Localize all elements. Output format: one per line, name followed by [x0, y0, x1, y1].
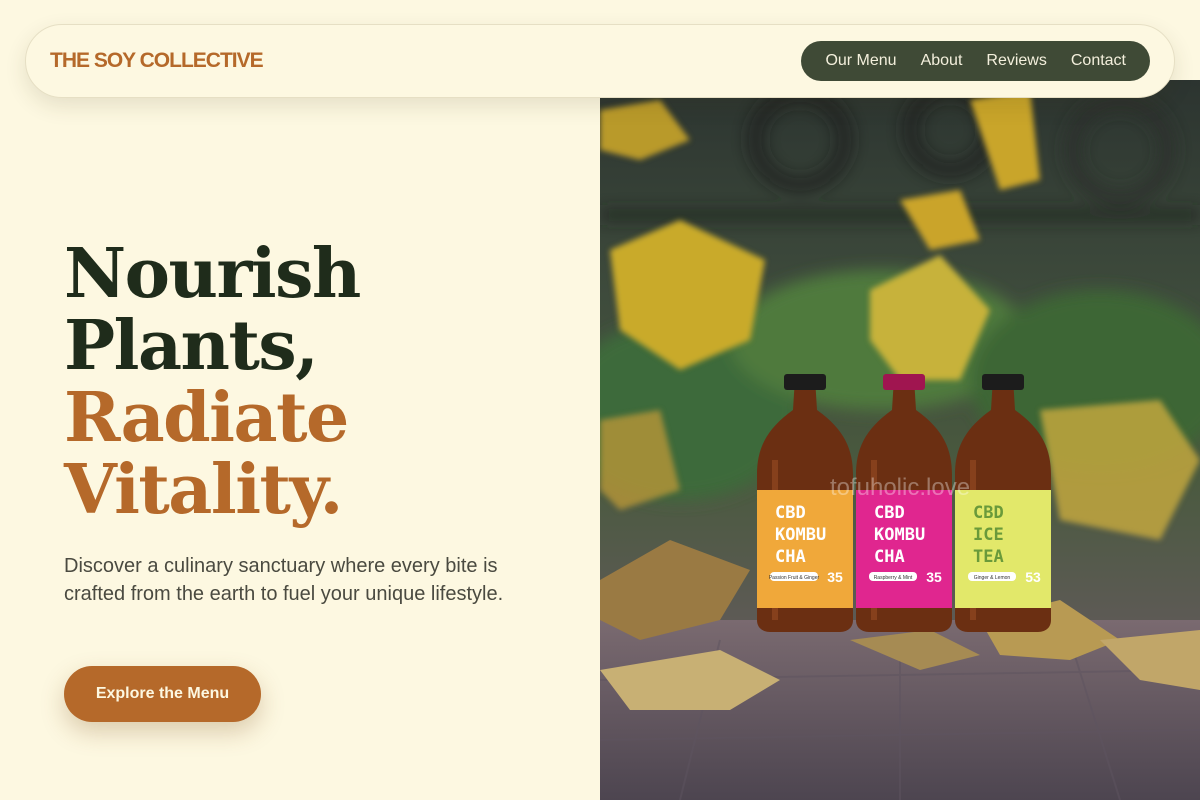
bottle-label-line1: CBD	[874, 503, 905, 523]
bottle-label-line1: CBD	[775, 503, 806, 523]
bottle-label-line2: ICE	[973, 525, 1004, 545]
hero-headline: Nourish Plants, Radiate Vitality.	[64, 238, 544, 526]
bottle-label-line3: CHA	[775, 547, 806, 567]
nav-item-our-menu[interactable]: Our Menu	[825, 52, 896, 70]
bottle-2: CBDKOMBUCHA Raspberry & Mint 35	[856, 374, 952, 632]
bottle-number: 35	[827, 569, 843, 585]
bottle-label-line2: KOMBU	[775, 525, 826, 545]
bottle-label-line3: TEA	[973, 547, 1004, 567]
headline-line-2: Plants,	[64, 306, 319, 386]
hero-section: Nourish Plants, Radiate Vitality. Discov…	[64, 238, 544, 608]
bottle-tag: Ginger & Lemon	[974, 575, 1011, 581]
headline-line-3: Radiate	[64, 378, 349, 458]
brand-logo[interactable]: THE SOY COLLECTIVE	[50, 49, 264, 73]
nav-item-reviews[interactable]: Reviews	[986, 52, 1046, 70]
bottle-label-line2: KOMBU	[874, 525, 925, 545]
nav-item-contact[interactable]: Contact	[1071, 52, 1126, 70]
headline-line-1: Nourish	[64, 234, 361, 314]
bottle-tag: Raspberry & Mint	[874, 575, 913, 581]
bottle-number: 53	[1025, 569, 1041, 585]
bottle-label-line1: CBD	[973, 503, 1004, 523]
headline-line-4: Vitality.	[64, 450, 343, 530]
main-nav: Our Menu About Reviews Contact	[801, 41, 1150, 81]
nav-item-about[interactable]: About	[921, 52, 963, 70]
hero-tagline: Discover a culinary sanctuary where ever…	[64, 555, 504, 605]
explore-menu-button[interactable]: Explore the Menu	[64, 666, 261, 722]
hero-photo: CBD KOMBU CHA Passion Fruit & Ginger 35 CBD KO…	[600, 80, 1200, 800]
photo-watermark: tofuholic.love	[830, 474, 970, 501]
bottle-tag: Passion Fruit & Ginger	[769, 575, 820, 581]
bottle-label-line3: CHA	[874, 547, 905, 567]
bottle-number: 35	[926, 569, 942, 585]
site-header: THE SOY COLLECTIVE Our Menu About Review…	[25, 24, 1175, 98]
